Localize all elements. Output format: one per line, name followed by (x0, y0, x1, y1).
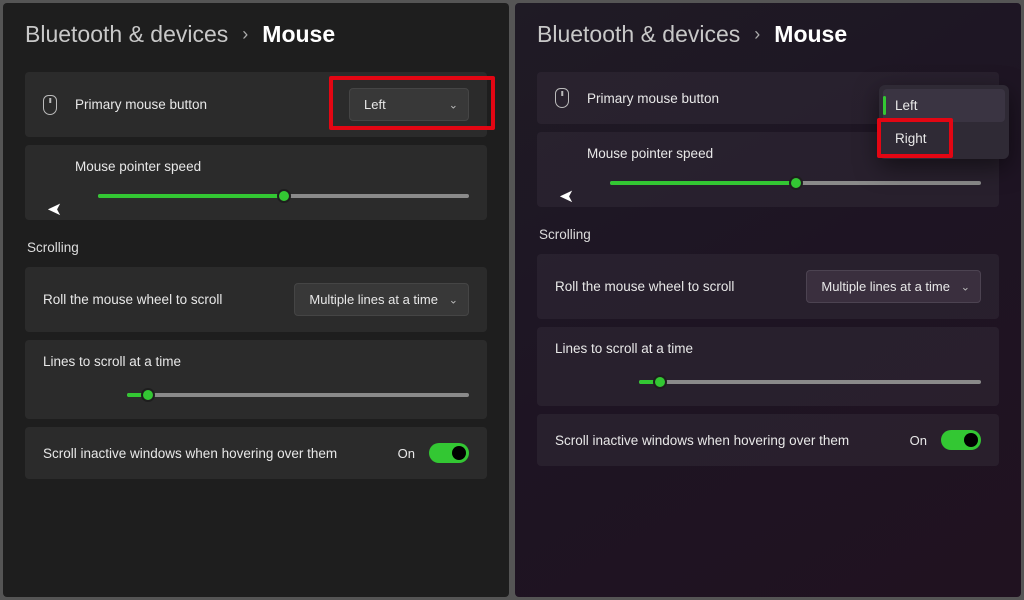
pointer-speed-slider[interactable] (610, 181, 981, 185)
breadcrumb: Bluetooth & devices › Mouse (25, 21, 487, 48)
roll-wheel-label: Roll the mouse wheel to scroll (43, 292, 276, 307)
roll-wheel-select[interactable]: Multiple lines at a time ⌄ (294, 283, 469, 316)
roll-wheel-card: Roll the mouse wheel to scroll Multiple … (25, 267, 487, 332)
breadcrumb-parent[interactable]: Bluetooth & devices (537, 21, 740, 48)
breadcrumb-current: Mouse (262, 21, 335, 48)
settings-panel-closed: Bluetooth & devices › Mouse Primary mous… (3, 3, 509, 597)
scrolling-section-title: Scrolling (539, 227, 999, 242)
primary-button-dropdown: Left Right (879, 85, 1009, 159)
slider-thumb[interactable] (141, 388, 155, 402)
roll-wheel-label: Roll the mouse wheel to scroll (555, 279, 788, 294)
primary-mouse-button-card: Primary mouse button Left ⌄ (25, 72, 487, 137)
roll-wheel-value: Multiple lines at a time (309, 292, 438, 307)
toggle-state-text: On (398, 446, 415, 461)
roll-wheel-card: Roll the mouse wheel to scroll Multiple … (537, 254, 999, 319)
chevron-right-icon: › (242, 24, 248, 45)
slider-thumb[interactable] (789, 176, 803, 190)
settings-panel-open: Bluetooth & devices › Mouse Primary mous… (515, 3, 1021, 597)
dropdown-option-right[interactable]: Right (883, 122, 1005, 155)
lines-to-scroll-label: Lines to scroll at a time (555, 341, 693, 356)
cursor-arrow-icon: ➤ (559, 186, 574, 207)
primary-button-value: Left (364, 97, 386, 112)
pointer-speed-slider[interactable] (98, 194, 469, 198)
slider-fill (98, 194, 283, 198)
primary-button-select[interactable]: Left ⌄ (349, 88, 469, 121)
scroll-inactive-label: Scroll inactive windows when hovering ov… (43, 446, 384, 461)
chevron-down-icon: ⌄ (961, 280, 970, 293)
cursor-arrow-icon: ➤ (47, 199, 62, 220)
mouse-icon (555, 88, 569, 108)
primary-button-label: Primary mouse button (75, 97, 331, 112)
scrolling-section-title: Scrolling (27, 240, 487, 255)
scroll-inactive-toggle[interactable] (429, 443, 469, 463)
chevron-down-icon: ⌄ (449, 98, 458, 111)
breadcrumb-current: Mouse (774, 21, 847, 48)
lines-slider[interactable] (639, 380, 981, 384)
lines-to-scroll-card: Lines to scroll at a time (537, 327, 999, 406)
mouse-icon (43, 95, 57, 115)
roll-wheel-select[interactable]: Multiple lines at a time ⌄ (806, 270, 981, 303)
chevron-down-icon: ⌄ (449, 293, 458, 306)
dropdown-option-left[interactable]: Left (883, 89, 1005, 122)
breadcrumb-parent[interactable]: Bluetooth & devices (25, 21, 228, 48)
breadcrumb: Bluetooth & devices › Mouse (537, 21, 999, 48)
lines-slider[interactable] (127, 393, 469, 397)
option-label: Right (895, 131, 927, 146)
option-label: Left (895, 98, 918, 113)
scroll-inactive-card: Scroll inactive windows when hovering ov… (25, 427, 487, 479)
toggle-state-text: On (910, 433, 927, 448)
lines-to-scroll-label: Lines to scroll at a time (43, 354, 181, 369)
lines-to-scroll-card: Lines to scroll at a time (25, 340, 487, 419)
slider-fill (610, 181, 795, 185)
scroll-inactive-toggle[interactable] (941, 430, 981, 450)
pointer-speed-label: Mouse pointer speed (75, 159, 469, 174)
slider-thumb[interactable] (653, 375, 667, 389)
scroll-inactive-label: Scroll inactive windows when hovering ov… (555, 433, 896, 448)
pointer-speed-card: Mouse pointer speed ➤ (25, 145, 487, 220)
scroll-inactive-card: Scroll inactive windows when hovering ov… (537, 414, 999, 466)
chevron-right-icon: › (754, 24, 760, 45)
roll-wheel-value: Multiple lines at a time (821, 279, 950, 294)
slider-thumb[interactable] (277, 189, 291, 203)
primary-button-label: Primary mouse button (587, 91, 843, 106)
